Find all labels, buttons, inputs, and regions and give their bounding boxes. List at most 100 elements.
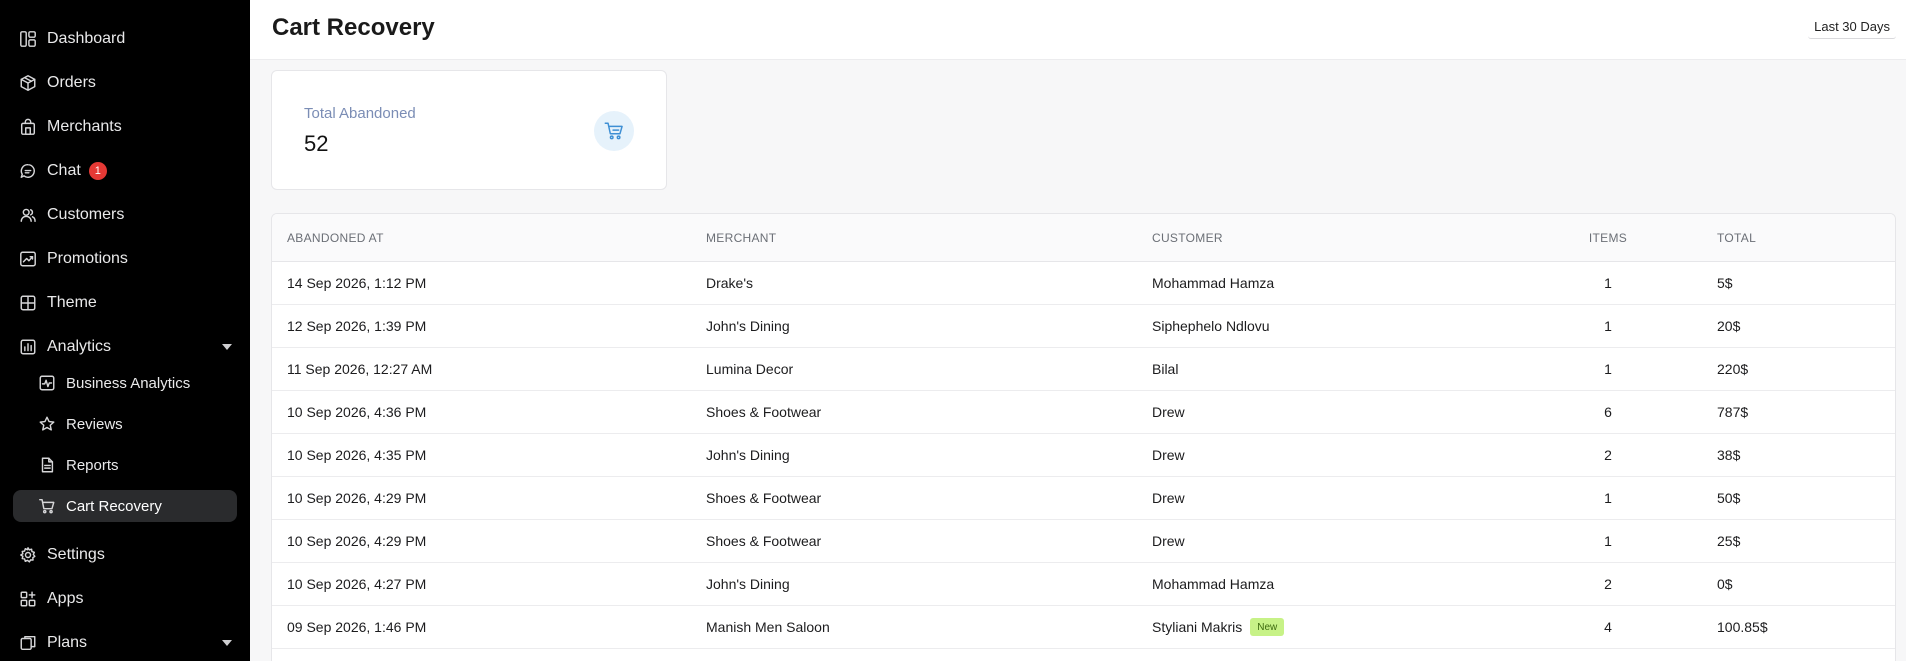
cell-items: 1: [1604, 490, 1612, 506]
cell-total: 5$: [1717, 275, 1733, 291]
cell-total: 100.85$: [1717, 619, 1768, 635]
cell-merchant: John's Dining: [706, 318, 790, 334]
cell-merchant: Drake's: [706, 275, 754, 291]
cell-merchant: Manish Men Saloon: [706, 619, 830, 635]
table-row[interactable]: 12 Sep 2026, 1:39 PM John's Dining Siphe…: [272, 305, 1895, 348]
column-header-abandoned-at: ABANDONED AT: [287, 231, 384, 245]
sidebar-item-label: Chat: [47, 162, 81, 179]
cell-merchant: John's Dining: [706, 447, 790, 463]
sidebar-item-theme[interactable]: Theme: [0, 285, 250, 321]
chevron-down-icon[interactable]: [222, 640, 232, 646]
cell-abandoned-at: 11 Sep 2026, 12:27 AM: [287, 361, 433, 377]
cell-items: 2: [1604, 576, 1612, 592]
chevron-down-icon[interactable]: [222, 344, 232, 350]
cell-total: 25$: [1717, 533, 1741, 549]
table-row[interactable]: 10 Sep 2026, 4:36 PM Shoes & Footwear Dr…: [272, 391, 1895, 434]
cell-customer: Styliani Makris New: [1152, 606, 1285, 648]
sidebar-item-label: Apps: [47, 590, 84, 607]
column-header-customer: CUSTOMER: [1152, 231, 1223, 245]
table-row[interactable]: 14 Sep 2026, 1:12 PM Drake's Mohammad Ha…: [272, 262, 1895, 305]
table-header: ABANDONED AT MERCHANT CUSTOMER ITEMS TOT…: [272, 214, 1895, 262]
sidebar-item-label: Plans: [47, 634, 88, 651]
sidebar-item-label: Theme: [47, 294, 97, 311]
grid-icon: [18, 293, 38, 313]
cell-items: 1: [1604, 533, 1612, 549]
cell-total: 0$: [1717, 576, 1733, 592]
sidebar-item-label: Reviews: [66, 415, 123, 433]
cell-total: 50$: [1717, 490, 1741, 506]
cell-abandoned-at: 09 Sep 2026, 1:46 PM: [287, 619, 427, 635]
cell-merchant: John's Dining: [706, 576, 790, 592]
cell-items: 1: [1604, 361, 1612, 377]
cell-customer: Drew: [1152, 404, 1185, 420]
column-header-merchant: MERCHANT: [706, 231, 777, 245]
stat-label: Total Abandoned: [304, 105, 416, 122]
store-icon: [18, 117, 38, 137]
trend-icon: [18, 249, 38, 269]
sidebar-item-orders[interactable]: Orders: [0, 65, 250, 101]
cell-customer: Drew: [1152, 490, 1185, 506]
cell-total: 220$: [1717, 361, 1749, 377]
cell-abandoned-at: 10 Sep 2026, 4:36 PM: [287, 404, 427, 420]
sidebar: Dashboard Orders Merchants Chat 1 Custom…: [0, 0, 250, 661]
cell-customer: Bilal: [1152, 361, 1179, 377]
sidebar-item-label: Customers: [47, 206, 125, 223]
cell-merchant: Lumina Decor: [706, 361, 794, 377]
sidebar-item-customers[interactable]: Customers: [0, 197, 250, 233]
sidebar-item-merchants[interactable]: Merchants: [0, 109, 250, 145]
sidebar-item-reports[interactable]: Reports: [13, 449, 237, 481]
sidebar-item-label: Orders: [47, 74, 96, 91]
sidebar-item-chat[interactable]: Chat 1: [0, 153, 250, 189]
table-row[interactable]: 09 Sep 2026, 1:46 PM Manish Men Saloon S…: [272, 606, 1895, 649]
total-abandoned-card: Total Abandoned 52: [271, 70, 667, 190]
sidebar-item-label: Promotions: [47, 250, 128, 267]
cell-items: 1: [1604, 275, 1612, 291]
date-range-button[interactable]: Last 30 Days: [1808, 15, 1896, 39]
sidebar-item-label: Settings: [47, 546, 105, 563]
new-customer-badge: New: [1250, 618, 1285, 636]
cart-icon: [37, 496, 57, 516]
cell-customer: Mohammad Hamza: [1152, 275, 1275, 291]
layers-icon: [18, 633, 38, 653]
document-icon: [37, 455, 57, 475]
cell-items: 1: [1604, 318, 1612, 334]
page-title: Cart Recovery: [272, 14, 435, 41]
sidebar-item-label: Merchants: [47, 118, 122, 135]
table-row[interactable]: 10 Sep 2026, 4:27 PM John's Dining Moham…: [272, 563, 1895, 606]
sidebar-item-cart-recovery[interactable]: Cart Recovery: [13, 490, 237, 522]
chat-unread-badge: 1: [88, 162, 107, 180]
cell-merchant: Shoes & Footwear: [706, 404, 822, 420]
gear-icon: [18, 545, 38, 565]
cell-total: 787$: [1717, 404, 1749, 420]
column-header-items: ITEMS: [1588, 231, 1628, 245]
cell-customer: Drew: [1152, 533, 1185, 549]
chat-icon: [18, 161, 38, 181]
sidebar-item-label: Business Analytics: [66, 374, 191, 392]
bar-chart-icon: [18, 337, 38, 357]
box-icon: [18, 73, 38, 93]
stat-value: 52: [304, 131, 329, 156]
dashboard-icon: [18, 29, 38, 49]
sidebar-item-label: Analytics: [47, 338, 112, 355]
table-row[interactable]: 11 Sep 2026, 12:27 AM Lumina Decor Bilal…: [272, 348, 1895, 391]
column-header-total: TOTAL: [1717, 231, 1757, 245]
sidebar-item-settings[interactable]: Settings: [0, 537, 250, 573]
sidebar-item-promotions[interactable]: Promotions: [0, 241, 250, 277]
page-header: Cart Recovery Last 30 Days: [250, 0, 1906, 60]
sidebar-item-reviews[interactable]: Reviews: [13, 408, 237, 440]
cell-abandoned-at: 10 Sep 2026, 4:29 PM: [287, 490, 427, 506]
cell-abandoned-at: 14 Sep 2026, 1:12 PM: [287, 275, 427, 291]
sidebar-item-analytics[interactable]: Analytics: [0, 329, 250, 365]
users-icon: [18, 205, 38, 225]
table-row[interactable]: 10 Sep 2026, 4:35 PM John's Dining Drew …: [272, 434, 1895, 477]
cell-customer: Mohammad Hamza: [1152, 576, 1275, 592]
sidebar-item-apps[interactable]: Apps: [0, 581, 250, 617]
sidebar-item-label: Reports: [66, 456, 119, 474]
table-row[interactable]: 10 Sep 2026, 4:29 PM Shoes & Footwear Dr…: [272, 520, 1895, 563]
cell-total: 20$: [1717, 318, 1741, 334]
sidebar-item-business-analytics[interactable]: Business Analytics: [13, 367, 237, 399]
sidebar-item-dashboard[interactable]: Dashboard: [0, 21, 250, 57]
table-row[interactable]: 10 Sep 2026, 4:29 PM Shoes & Footwear Dr…: [272, 477, 1895, 520]
cell-abandoned-at: 10 Sep 2026, 4:27 PM: [287, 576, 427, 592]
sidebar-item-plans[interactable]: Plans: [0, 625, 250, 661]
